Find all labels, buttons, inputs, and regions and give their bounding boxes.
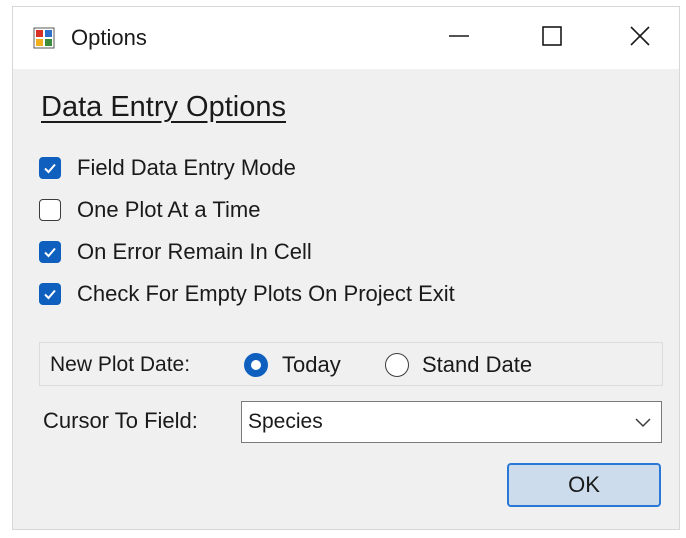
checkbox-unchecked-icon[interactable]: [39, 199, 61, 221]
checkbox-one-plot-at-a-time[interactable]: One Plot At a Time: [39, 196, 260, 224]
minimize-icon: [448, 25, 470, 52]
chevron-down-icon[interactable]: [633, 414, 653, 430]
minimize-button[interactable]: [413, 7, 505, 69]
cursor-to-field-label: Cursor To Field:: [43, 408, 198, 433]
checkbox-checked-icon[interactable]: [39, 157, 61, 179]
checkbox-label: One Plot At a Time: [77, 197, 261, 222]
radio-today-label[interactable]: Today: [282, 352, 341, 378]
checkbox-label: Check For Empty Plots On Project Exit: [77, 281, 455, 306]
checkbox-check-empty-plots-on-exit[interactable]: Check For Empty Plots On Project Exit: [39, 280, 455, 308]
maximize-button[interactable]: [506, 7, 598, 69]
close-button[interactable]: [599, 7, 681, 69]
checkbox-label: Field Data Entry Mode: [77, 155, 296, 180]
window-title: Options: [71, 25, 147, 50]
title-bar[interactable]: Options: [13, 7, 679, 69]
new-plot-date-label: New Plot Date:: [50, 353, 191, 376]
checkbox-checked-icon[interactable]: [39, 283, 61, 305]
radio-stand-date[interactable]: [385, 353, 409, 377]
checkbox-on-error-remain-in-cell[interactable]: On Error Remain In Cell: [39, 238, 312, 266]
radio-today[interactable]: [244, 353, 268, 377]
checkbox-field-data-entry-mode[interactable]: Field Data Entry Mode: [39, 154, 296, 182]
dropdown-selected-value: Species: [248, 410, 323, 433]
close-icon: [629, 25, 651, 52]
checkbox-checked-icon[interactable]: [39, 241, 61, 263]
maximize-icon: [541, 25, 563, 52]
application-form-icon: [33, 27, 55, 49]
checkbox-label: On Error Remain In Cell: [77, 239, 312, 264]
options-dialog: Options Data Entry Options Field Data En…: [12, 6, 680, 530]
radio-stand-date-label[interactable]: Stand Date: [422, 352, 532, 378]
new-plot-date-group: New Plot Date: Today Stand Date: [39, 342, 663, 386]
cursor-to-field-dropdown[interactable]: Species: [241, 401, 662, 443]
section-heading: Data Entry Options: [41, 91, 286, 123]
ok-button[interactable]: OK: [507, 463, 661, 507]
